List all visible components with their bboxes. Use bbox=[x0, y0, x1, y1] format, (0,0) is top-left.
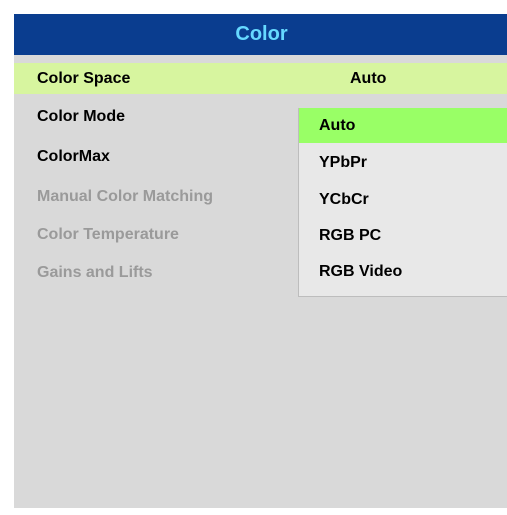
menu-item-label: ColorMax bbox=[37, 147, 110, 165]
dropdown-option-auto[interactable]: Auto bbox=[299, 108, 507, 143]
dropdown-option-ypbpr[interactable]: YPbPr bbox=[299, 145, 507, 180]
menu-title-bar: Color bbox=[14, 14, 507, 55]
menu-title: Color bbox=[235, 23, 288, 45]
menu-item-label: Color Mode bbox=[37, 107, 125, 125]
menu-item-label: Color Space bbox=[37, 69, 131, 87]
menu-item-label: Manual Color Matching bbox=[37, 187, 213, 205]
dropdown-option-rgb-video[interactable]: RGB Video bbox=[299, 254, 507, 289]
dropdown-option-ycbcr[interactable]: YCbCr bbox=[299, 182, 507, 217]
menu-item-label: Color Temperature bbox=[37, 225, 179, 243]
color-menu-panel: Color Color Space Auto Color Mode ColorM… bbox=[14, 14, 507, 508]
menu-item-label: Gains and Lifts bbox=[37, 263, 153, 281]
menu-item-value: Auto bbox=[350, 69, 387, 87]
dropdown-option-rgb-pc[interactable]: RGB PC bbox=[299, 218, 507, 253]
color-space-dropdown[interactable]: Auto YPbPr YCbCr RGB PC RGB Video bbox=[298, 108, 507, 297]
menu-item-color-space[interactable]: Color Space Auto bbox=[14, 63, 507, 94]
